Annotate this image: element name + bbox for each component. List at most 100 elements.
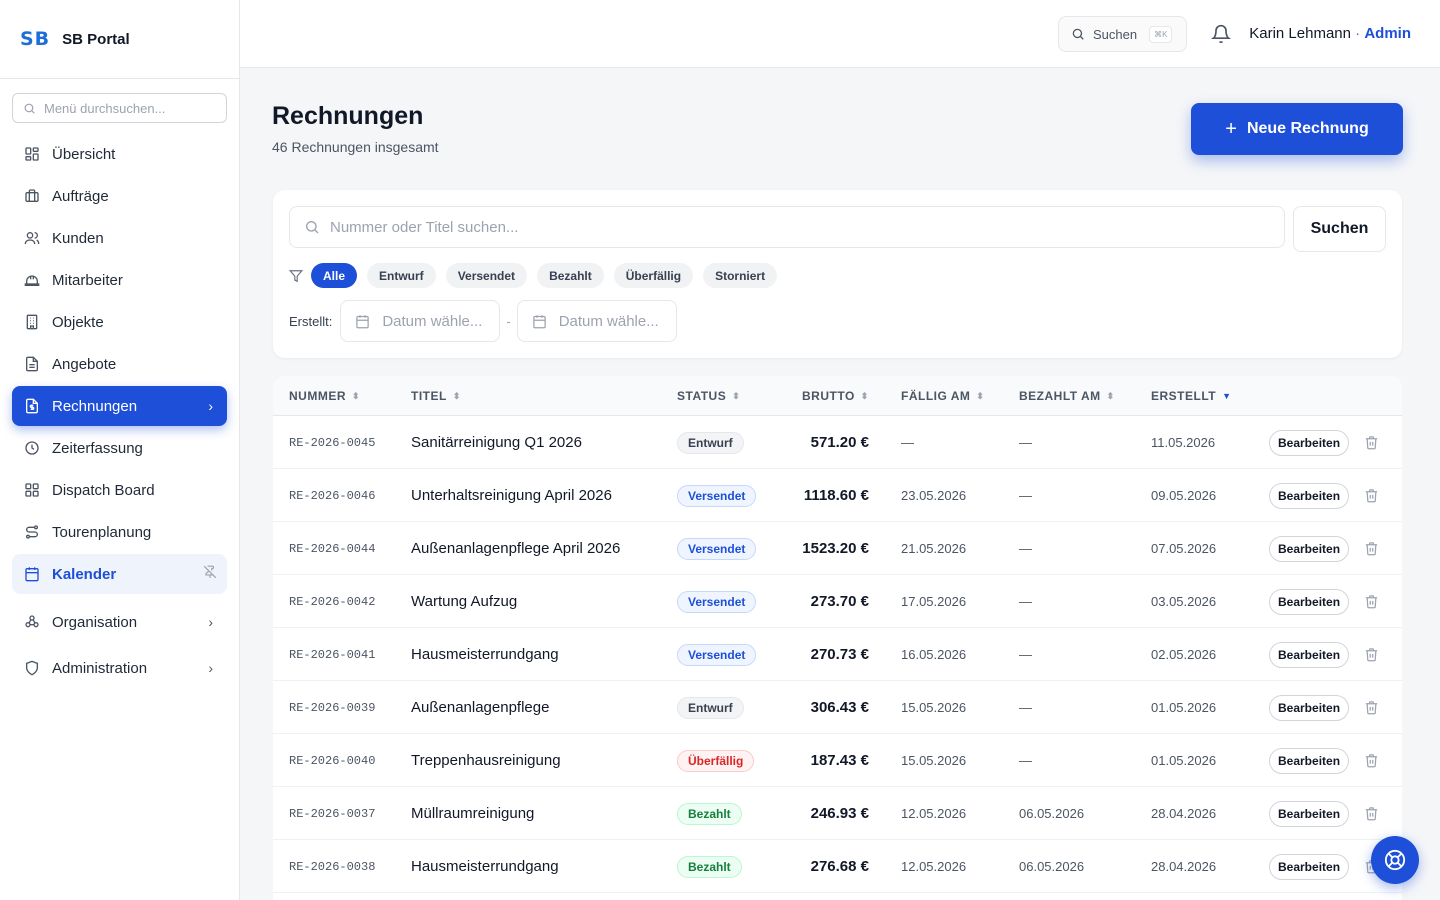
sidebar-group-administration[interactable]: Administration › — [12, 646, 227, 690]
sidebar-item-label: Administration — [52, 659, 148, 677]
page-subtitle: 46 Rechnungen insgesamt — [272, 139, 439, 155]
search-button[interactable]: Suchen — [1293, 206, 1386, 252]
shortcut-badge: ⌘K — [1149, 25, 1173, 43]
sidebar-item-kunden[interactable]: Kunden — [12, 218, 227, 258]
edit-button[interactable]: Bearbeiten — [1269, 588, 1350, 615]
global-search-label: Suchen — [1093, 26, 1138, 42]
trash-icon[interactable] — [1364, 806, 1379, 821]
invoice-number: RE-2026-0039 — [289, 700, 376, 715]
sidebar-item-label: Dispatch Board — [52, 481, 155, 499]
status-badge: Überfällig — [677, 749, 755, 772]
date-from-picker[interactable]: Datum wähle... — [340, 300, 501, 342]
new-invoice-button[interactable]: + Neue Rechnung — [1191, 103, 1403, 155]
table-row[interactable]: RE-2026-0037 Müllraumreinigung Bezahlt 246.… — [273, 787, 1402, 840]
sidebar-item-mitarbeiter[interactable]: Mitarbeiter — [12, 260, 227, 300]
user-menu[interactable]: Karin Lehmann · Admin — [1249, 25, 1411, 42]
sidebar-item-uebersicht[interactable]: Übersicht — [12, 134, 227, 174]
sidebar: SB SB Portal Übersicht Aufträge Kunden M… — [0, 0, 240, 900]
sidebar-item-kalender[interactable]: Kalender — [12, 554, 227, 594]
table-row[interactable]: RE-2026-0040 Treppenhausreinigung Überfäll… — [273, 734, 1402, 787]
chip-versendet[interactable]: Versendet — [445, 263, 528, 288]
pin-off-icon[interactable] — [203, 565, 217, 583]
column-header-brutto[interactable]: BRUTTO ⬍ — [802, 389, 869, 403]
invoice-title: Hausmeisterrundgang — [411, 646, 559, 663]
status-cell: Bezahlt — [677, 787, 742, 840]
sidebar-item-angebote[interactable]: Angebote — [12, 344, 227, 384]
column-header-titel[interactable]: TITEL ⬍ — [411, 389, 461, 403]
table-row[interactable]: RE-2026-0046 Unterhaltsreinigung April 20… — [273, 469, 1402, 522]
brand-logo: SB — [20, 28, 51, 50]
trash-icon[interactable] — [1364, 488, 1379, 503]
edit-button[interactable]: Bearbeiten — [1269, 694, 1350, 721]
due-date: 16.05.2026 — [901, 647, 967, 662]
global-search-button[interactable]: Suchen ⌘K — [1058, 16, 1187, 52]
edit-button[interactable]: Bearbeiten — [1269, 482, 1350, 509]
sidebar-item-label: Organisation — [52, 613, 138, 631]
chip-alle[interactable]: Alle — [311, 263, 358, 288]
filter-card: Suchen Alle Entwurf Versendet Bezahlt Üb… — [273, 190, 1402, 358]
column-header-status[interactable]: STATUS ⬍ — [677, 389, 740, 403]
edit-button[interactable]: Bearbeiten — [1269, 535, 1350, 562]
calendar-icon — [532, 314, 546, 328]
trash-icon[interactable] — [1364, 594, 1379, 609]
sidebar-item-label: Zeiterfassung — [52, 439, 143, 457]
table-row[interactable]: RE-2026-0044 Außenanlagenpflege April 202… — [273, 522, 1402, 575]
grid-icon — [24, 482, 40, 498]
trash-icon[interactable] — [1364, 647, 1379, 662]
column-header-erstellt[interactable]: ERSTELLT ▼ — [1151, 389, 1232, 403]
user-role: Admin — [1364, 25, 1411, 42]
trash-icon[interactable] — [1364, 435, 1379, 450]
due-date: 15.05.2026 — [901, 700, 967, 715]
due-date: 12.05.2026 — [901, 859, 967, 874]
topbar: Suchen ⌘K Karin Lehmann · Admin — [240, 0, 1440, 68]
sidebar-item-dispatch-board[interactable]: Dispatch Board — [12, 470, 227, 510]
sidebar-group-organisation[interactable]: Organisation › — [12, 600, 227, 644]
invoice-table: NUMMER ⬍ TITEL ⬍ STATUS ⬍ BRUTTO ⬍ FÄLLIG AM… — [273, 376, 1402, 900]
sidebar-item-zeiterfassung[interactable]: Zeiterfassung — [12, 428, 227, 468]
sidebar-item-objekte[interactable]: Objekte — [12, 302, 227, 342]
chip-storniert[interactable]: Storniert — [703, 263, 778, 288]
menu-search-input[interactable] — [44, 100, 214, 116]
chip-entwurf[interactable]: Entwurf — [367, 263, 436, 288]
table-row[interactable]: RE-2026-0039 Außenanlagenpflege Entwurf 306… — [273, 681, 1402, 734]
invoice-title: Sanitärreinigung Q1 2026 — [411, 434, 582, 451]
paid-date: — — [1019, 700, 1032, 715]
edit-button[interactable]: Bearbeiten — [1269, 747, 1350, 774]
row-actions: Bearbeiten — [1269, 522, 1379, 575]
search-icon — [1072, 28, 1084, 40]
help-button[interactable] — [1371, 836, 1419, 884]
chip-bezahlt[interactable]: Bezahlt — [537, 263, 604, 288]
invoice-title: Außenanlagenpflege April 2026 — [411, 540, 621, 557]
invoice-title: Außenanlagenpflege — [411, 699, 550, 716]
date-to-picker[interactable]: Datum wähle... — [516, 300, 677, 342]
status-cell: Überfällig — [677, 734, 755, 787]
column-header-faellig[interactable]: FÄLLIG AM ⬍ — [901, 389, 984, 403]
column-header-bezahlt[interactable]: BEZAHLT AM ⬍ — [1019, 389, 1115, 403]
created-date: 03.05.2026 — [1151, 594, 1217, 609]
trash-icon[interactable] — [1364, 700, 1379, 715]
trash-icon[interactable] — [1364, 541, 1379, 556]
table-row[interactable]: RE-2026-0045 Sanitärreinigung Q1 2026 Entw… — [273, 416, 1402, 469]
table-row[interactable]: RE-2026-0041 Hausmeisterrundgang Versendet… — [273, 628, 1402, 681]
table-row[interactable]: RE-2026-0038 Hausmeisterrundgang Bezahlt 27… — [273, 840, 1402, 893]
invoice-search[interactable] — [289, 206, 1285, 248]
edit-button[interactable]: Bearbeiten — [1269, 800, 1350, 827]
table-row[interactable]: RE-2026-0042 Wartung Aufzug Versendet 273.7… — [273, 575, 1402, 628]
sidebar-item-label: Objekte — [52, 313, 104, 331]
brand[interactable]: SB SB Portal — [0, 0, 239, 79]
sidebar-item-tourenplanung[interactable]: Tourenplanung — [12, 512, 227, 552]
user-separator: · — [1350, 25, 1365, 42]
chip-ueberfaellig[interactable]: Überfällig — [613, 263, 694, 288]
edit-button[interactable]: Bearbeiten — [1269, 641, 1350, 668]
status-cell: Bezahlt — [677, 840, 742, 893]
edit-button[interactable]: Bearbeiten — [1269, 429, 1350, 456]
trash-icon[interactable] — [1364, 753, 1379, 768]
edit-button[interactable]: Bearbeiten — [1269, 853, 1350, 880]
menu-search[interactable] — [12, 93, 227, 123]
invoice-search-input[interactable] — [330, 218, 1230, 236]
sidebar-item-auftraege[interactable]: Aufträge — [12, 176, 227, 216]
sidebar-item-rechnungen[interactable]: Rechnungen › — [12, 386, 227, 426]
invoice-icon — [24, 398, 40, 414]
column-header-nummer[interactable]: NUMMER ⬍ — [289, 389, 360, 403]
bell-icon[interactable] — [1210, 24, 1232, 49]
